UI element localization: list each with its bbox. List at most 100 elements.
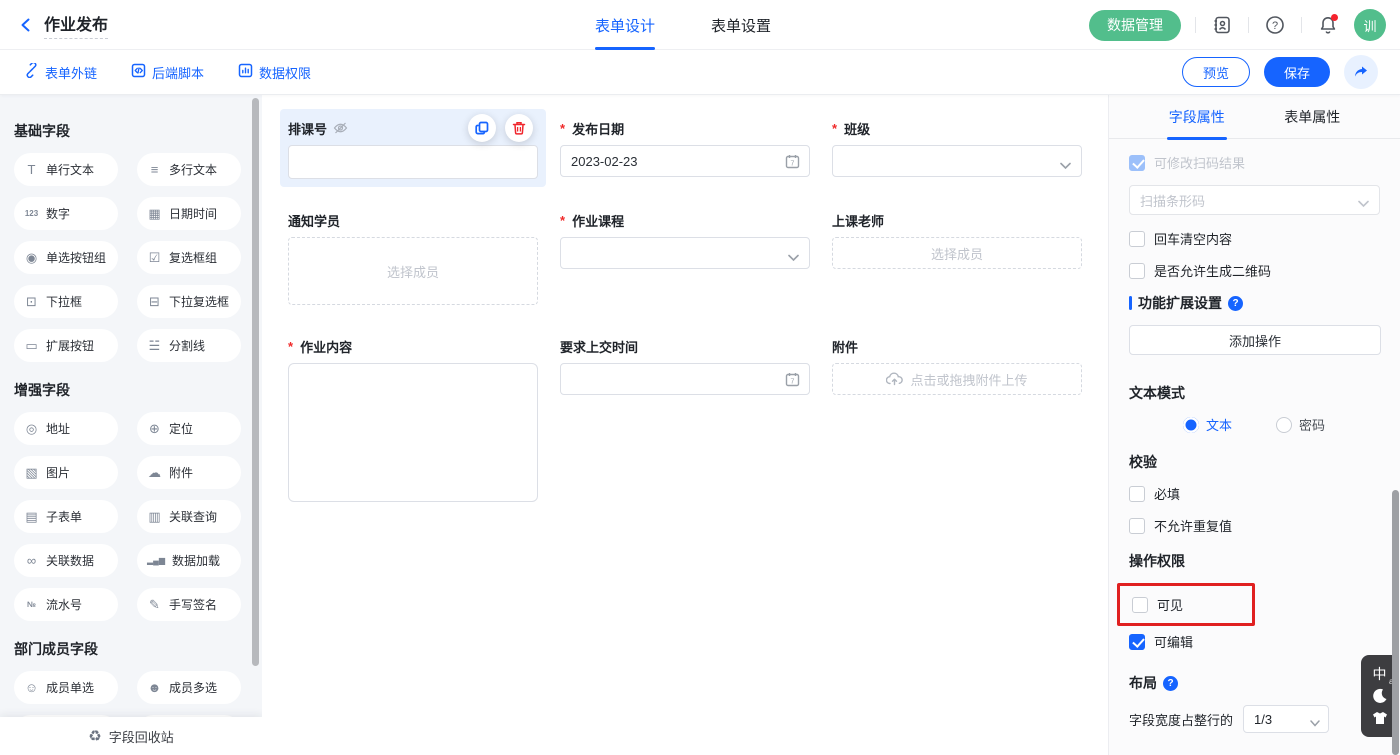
- field-label-text: 附件: [832, 337, 858, 356]
- palette-item-复选框组[interactable]: ☑复选框组: [137, 241, 241, 274]
- palette-item-多行文本[interactable]: ≡多行文本: [137, 153, 241, 186]
- field-label-text: 发布日期: [572, 119, 624, 138]
- back-button[interactable]: [18, 17, 34, 33]
- data-manage-button[interactable]: 数据管理: [1089, 10, 1181, 41]
- palette-item-关联数据[interactable]: ∞关联数据: [14, 544, 118, 577]
- field-width-select[interactable]: 1/3: [1243, 705, 1329, 733]
- permission-0[interactable]: 可见: [1132, 595, 1252, 614]
- toolbar-link-0[interactable]: 表单外链: [24, 63, 97, 82]
- validation-0[interactable]: 必填: [1129, 484, 1380, 503]
- toggle-0[interactable]: 回车清空内容: [1129, 229, 1380, 248]
- moon-icon[interactable]: [1372, 688, 1388, 704]
- form-field-班级: *班级: [824, 109, 1090, 185]
- radio-unselected-icon: [1276, 417, 1292, 433]
- select-input[interactable]: [560, 237, 810, 269]
- palette-item-日期时间[interactable]: ▦ 日期时间: [137, 197, 241, 230]
- field-label-text: 作业内容: [300, 337, 352, 356]
- palette-item-地址[interactable]: ◎地址: [14, 412, 118, 445]
- bell-icon[interactable]: [1316, 13, 1340, 37]
- validation-1[interactable]: 不允许重复值: [1129, 516, 1380, 535]
- palette-item-关联查询[interactable]: ▥关联查询: [137, 500, 241, 533]
- palette-item-分割线[interactable]: ☱分割线: [137, 329, 241, 362]
- section-bar: [1129, 296, 1132, 310]
- share-button[interactable]: [1344, 55, 1378, 89]
- panel-tab-field[interactable]: 字段属性: [1169, 95, 1225, 139]
- chevron-down-icon: [1310, 715, 1320, 730]
- palette-item-数字[interactable]: 123数字: [14, 197, 118, 230]
- checkbox-group-icon: ☑: [147, 251, 162, 264]
- textarea-input[interactable]: [288, 363, 538, 502]
- palette-item-label: 多行文本: [169, 161, 217, 178]
- form-field-发布日期: *发布日期2023-02-237: [552, 109, 818, 185]
- toolbar-link-label: 后端脚本: [152, 63, 204, 82]
- text-mode-option-0[interactable]: 文本: [1183, 415, 1232, 434]
- palette-item-label: 关联查询: [169, 508, 217, 525]
- text-mode-option-1[interactable]: 密码: [1276, 415, 1325, 434]
- help-icon[interactable]: ?: [1263, 13, 1287, 37]
- scan-mode-select[interactable]: 扫描条形码: [1129, 185, 1380, 215]
- palette-item-定位[interactable]: ⊕定位: [137, 412, 241, 445]
- date-input[interactable]: 7: [560, 363, 810, 395]
- canvas-grid: 排课号*发布日期2023-02-237*班级通知学员选择成员*作业课程上课老师选…: [280, 109, 1090, 524]
- datetime-icon: ▦: [147, 207, 162, 220]
- palette-item-成员单选[interactable]: ☺成员单选: [14, 671, 118, 704]
- field-recycle-bin[interactable]: ♻ 字段回收站: [0, 717, 262, 755]
- language-toggle[interactable]: 中a: [1373, 667, 1387, 681]
- palette-item-子表单[interactable]: ▤子表单: [14, 500, 118, 533]
- shirt-icon[interactable]: [1372, 711, 1388, 725]
- main-tab-design[interactable]: 表单设计: [595, 0, 655, 50]
- palette-item-下拉框[interactable]: ⊡下拉框: [14, 285, 118, 318]
- palette-item-成员多选[interactable]: ☻成员多选: [137, 671, 241, 704]
- panel-tab-form[interactable]: 表单属性: [1284, 95, 1340, 139]
- date-input[interactable]: 2023-02-237: [560, 145, 810, 177]
- palette-item-数据加载[interactable]: ▂▄▆数据加载: [137, 544, 241, 577]
- single-line-text-icon: T: [24, 163, 39, 176]
- scan-result-label: 可修改扫码结果: [1154, 153, 1245, 172]
- radio-group-icon: ◉: [24, 251, 39, 264]
- text-input[interactable]: [288, 145, 538, 179]
- palette-item-label: 日期时间: [169, 205, 217, 222]
- required-asterisk: *: [288, 339, 293, 354]
- member-picker[interactable]: 选择成员: [288, 237, 538, 305]
- upload-area[interactable]: 点击或拖拽附件上传: [832, 363, 1082, 395]
- add-action-button[interactable]: 添加操作: [1129, 325, 1381, 355]
- member-picker[interactable]: 选择成员: [832, 237, 1082, 269]
- palette-item-单选按钮组[interactable]: ◉单选按钮组: [14, 241, 118, 274]
- sidebar-scrollbar[interactable]: [252, 98, 259, 666]
- member-placeholder: 选择成员: [931, 244, 983, 263]
- toggle-1[interactable]: 是否允许生成二维码: [1129, 261, 1380, 280]
- toolbar-link-2[interactable]: 数据权限: [238, 63, 311, 82]
- palette-item-手写签名[interactable]: ✎手写签名: [137, 588, 241, 621]
- svg-text:7: 7: [791, 161, 795, 168]
- top-header: 作业发布 表单设计 表单设置 数据管理 ? 训: [0, 0, 1400, 50]
- scan-result-checkbox-row[interactable]: 可修改扫码结果: [1129, 153, 1380, 172]
- palette-item-图片[interactable]: ▧图片: [14, 456, 118, 489]
- palette-item-label: 手写签名: [169, 596, 217, 613]
- toolbar-link-1[interactable]: 后端脚本: [131, 63, 204, 82]
- preview-button[interactable]: 预览: [1182, 57, 1250, 87]
- palette-item-流水号[interactable]: №流水号: [14, 588, 118, 621]
- layout-width-label: 字段宽度占整行的: [1129, 710, 1233, 729]
- validation-0-label: 必填: [1154, 484, 1180, 503]
- permission-1[interactable]: 可编辑: [1129, 632, 1380, 651]
- copy-field-button[interactable]: [468, 114, 496, 142]
- toolbar-actions: 预览 保存: [1182, 55, 1378, 89]
- delete-field-button[interactable]: [505, 114, 533, 142]
- palette-item-附件[interactable]: ☁附件: [137, 456, 241, 489]
- palette-item-扩展按钮[interactable]: ▭扩展按钮: [14, 329, 118, 362]
- page-title[interactable]: 作业发布: [44, 11, 108, 39]
- palette-item-下拉复选框[interactable]: ⊟下拉复选框: [137, 285, 241, 318]
- divider: [1195, 17, 1196, 33]
- palette-item-单行文本[interactable]: T单行文本: [14, 153, 118, 186]
- form-field-上课老师: 上课老师选择成员: [824, 201, 1090, 277]
- avatar[interactable]: 训: [1354, 9, 1386, 41]
- main-tab-settings[interactable]: 表单设置: [711, 0, 771, 50]
- help-badge-icon[interactable]: ?: [1163, 676, 1178, 691]
- page-scrollbar[interactable]: [1392, 490, 1399, 755]
- contacts-icon[interactable]: [1210, 13, 1234, 37]
- permission-items: 可见可编辑: [1129, 583, 1380, 651]
- save-button[interactable]: 保存: [1264, 57, 1330, 87]
- chevron-down-icon: [1358, 196, 1369, 211]
- help-badge-icon[interactable]: ?: [1228, 296, 1243, 311]
- select-input[interactable]: [832, 145, 1082, 177]
